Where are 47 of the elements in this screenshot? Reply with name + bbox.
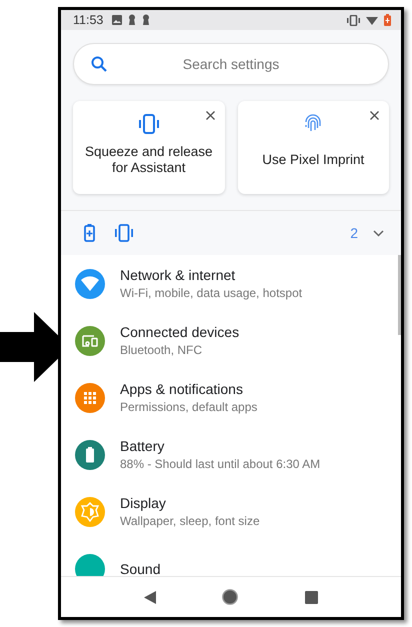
item-title: Display bbox=[120, 495, 167, 511]
home-icon[interactable] bbox=[222, 589, 238, 605]
close-icon[interactable] bbox=[206, 111, 214, 120]
suggestion-title: Squeeze and release for Assistant bbox=[84, 144, 214, 176]
back-icon[interactable] bbox=[144, 590, 156, 604]
chevron-icon[interactable] bbox=[373, 230, 384, 236]
search-field[interactable]: Search settings bbox=[73, 43, 389, 85]
category-icon bbox=[75, 554, 105, 576]
suggestion-card[interactable]: Use Pixel Imprint bbox=[238, 101, 389, 194]
vibrate-icon bbox=[138, 114, 160, 134]
settings-item[interactable]: Apps & notifications Permissions, default apps bbox=[61, 369, 401, 426]
item-subtitle: Wallpaper, sleep, font size bbox=[120, 514, 260, 528]
close-icon[interactable] bbox=[370, 111, 379, 120]
condition-count: 2 bbox=[350, 225, 358, 241]
item-subtitle: 88% - Should last until about 6:30 AM bbox=[120, 457, 320, 471]
category-icon bbox=[75, 268, 105, 298]
item-title: Sound bbox=[120, 560, 160, 576]
vibrate-icon bbox=[347, 14, 360, 26]
item-title: Battery bbox=[120, 438, 166, 454]
item-subtitle: Wi-Fi, mobile, data usage, hotspot bbox=[120, 286, 302, 300]
vibrate-icon bbox=[114, 224, 134, 242]
category-icon bbox=[75, 496, 105, 526]
keyhole-icon bbox=[128, 14, 136, 26]
image-icon bbox=[112, 15, 122, 25]
settings-item[interactable]: Battery 88% - Should last until about 6:30 AM bbox=[61, 426, 401, 483]
suggestion-card[interactable]: Squeeze and release for Assistant bbox=[73, 101, 224, 194]
battery-plus-icon bbox=[84, 224, 95, 242]
settings-item[interactable]: Display Wallpaper, sleep, font size bbox=[61, 483, 401, 540]
item-title: Connected devices bbox=[120, 324, 240, 340]
clock-text: 11:53 bbox=[73, 13, 104, 27]
item-subtitle: Bluetooth, NFC bbox=[120, 343, 204, 357]
search-icon bbox=[91, 56, 107, 72]
settings-item[interactable]: Network & internet Wi-Fi, mobile, data usage, hotspot bbox=[61, 255, 401, 312]
recents-icon[interactable] bbox=[304, 590, 318, 604]
item-title: Apps & notifications bbox=[120, 381, 244, 397]
item-subtitle: Permissions, default apps bbox=[120, 400, 258, 414]
wifi-icon bbox=[366, 15, 378, 25]
suggestion-title: Use Pixel Imprint bbox=[262, 150, 364, 169]
item-title: Network & internet bbox=[120, 267, 236, 283]
category-icon bbox=[75, 382, 105, 412]
battery-icon bbox=[384, 14, 391, 26]
settings-item[interactable]: Sound bbox=[61, 540, 401, 576]
fingerprint-icon bbox=[304, 114, 322, 134]
keyhole-icon bbox=[142, 14, 150, 26]
settings-item[interactable]: Connected devices Bluetooth, NFC bbox=[61, 312, 401, 369]
category-icon bbox=[75, 326, 105, 356]
category-icon bbox=[75, 440, 105, 470]
